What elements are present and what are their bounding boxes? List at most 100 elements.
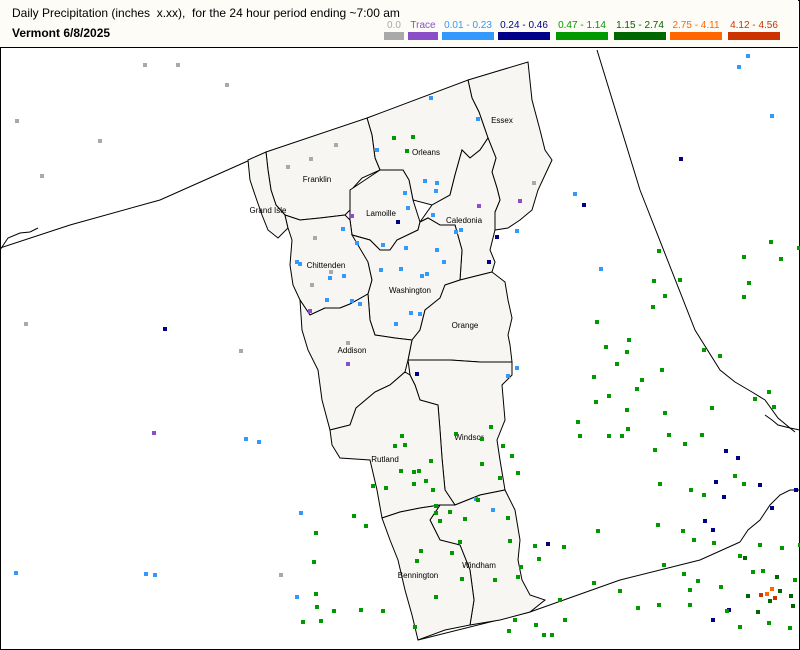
legend-item-trace: Trace: [408, 20, 438, 42]
station-marker: [476, 498, 480, 502]
station-marker: [438, 519, 442, 523]
station-marker: [615, 362, 619, 366]
station-marker: [667, 433, 671, 437]
station-marker: [313, 236, 317, 240]
station-marker: [761, 569, 765, 573]
legend-label: 0.0: [387, 20, 401, 31]
station-marker: [507, 629, 511, 633]
station-marker: [404, 246, 408, 250]
station-marker: [573, 192, 577, 196]
station-marker: [663, 294, 667, 298]
station-marker: [328, 276, 332, 280]
station-marker: [635, 387, 639, 391]
station-marker: [352, 514, 356, 518]
station-marker: [620, 434, 624, 438]
station-marker: [434, 189, 438, 193]
station-marker: [711, 618, 715, 622]
station-marker: [657, 603, 661, 607]
station-marker: [301, 620, 305, 624]
station-marker: [683, 442, 687, 446]
station-marker: [546, 542, 550, 546]
station-marker: [399, 469, 403, 473]
station-marker: [299, 511, 303, 515]
station-marker: [625, 350, 629, 354]
station-marker: [409, 311, 413, 315]
station-marker: [309, 157, 313, 161]
station-marker: [688, 603, 692, 607]
station-marker: [375, 148, 379, 152]
station-marker: [595, 320, 599, 324]
station-marker: [627, 338, 631, 342]
station-marker: [364, 524, 368, 528]
station-marker: [519, 565, 523, 569]
station-marker: [381, 609, 385, 613]
station-marker: [418, 312, 422, 316]
station-marker: [480, 462, 484, 466]
station-marker: [508, 539, 512, 543]
station-marker: [515, 366, 519, 370]
station-marker: [770, 114, 774, 118]
station-marker: [724, 449, 728, 453]
legend-swatch: [556, 32, 608, 40]
station-marker: [558, 598, 562, 602]
station-marker: [791, 604, 795, 608]
station-marker: [656, 523, 660, 527]
station-marker: [163, 327, 167, 331]
station-marker: [743, 556, 747, 560]
station-marker: [310, 283, 314, 287]
station-marker: [742, 255, 746, 259]
station-marker: [738, 625, 742, 629]
station-marker: [420, 274, 424, 278]
station-marker: [381, 243, 385, 247]
station-marker: [403, 191, 407, 195]
station-marker: [346, 362, 350, 366]
station-marker: [346, 341, 350, 345]
station-marker: [350, 214, 354, 218]
station-marker: [434, 504, 438, 508]
station-marker: [651, 305, 655, 309]
station-marker: [98, 139, 102, 143]
station-marker: [542, 633, 546, 637]
station-marker: [767, 390, 771, 394]
station-marker: [640, 378, 644, 382]
station-marker: [789, 594, 793, 598]
station-marker: [286, 165, 290, 169]
station-marker: [14, 571, 18, 575]
station-marker: [751, 570, 755, 574]
map-header: Daily Precipitation (inches x.xx), for t…: [0, 0, 798, 48]
station-marker: [618, 589, 622, 593]
station-marker: [454, 230, 458, 234]
station-marker: [710, 406, 714, 410]
station-marker: [315, 605, 319, 609]
station-marker: [355, 241, 359, 245]
station-marker: [592, 581, 596, 585]
station-marker: [24, 322, 28, 326]
station-marker: [325, 298, 329, 302]
station-marker: [434, 595, 438, 599]
station-marker: [399, 267, 403, 271]
station-marker: [379, 268, 383, 272]
station-marker: [400, 434, 404, 438]
station-marker: [406, 206, 410, 210]
station-marker: [703, 519, 707, 523]
station-marker: [759, 593, 763, 597]
station-marker: [314, 592, 318, 596]
station-marker: [431, 213, 435, 217]
map-subtitle: Vermont 6/8/2025: [12, 26, 111, 40]
station-marker: [506, 374, 510, 378]
station-marker: [176, 63, 180, 67]
station-marker: [679, 157, 683, 161]
station-marker: [431, 488, 435, 492]
station-marker: [746, 54, 750, 58]
station-marker: [746, 594, 750, 598]
ct-river-lower: [739, 489, 800, 543]
station-marker: [652, 279, 656, 283]
station-marker: [718, 354, 722, 358]
legend-swatch: [408, 32, 438, 40]
station-marker: [506, 516, 510, 520]
station-marker: [733, 474, 737, 478]
station-marker: [415, 559, 419, 563]
legend-item-2-75-4-11: 2.75 - 4.11: [670, 20, 722, 42]
station-marker: [767, 621, 771, 625]
county-label: Rutland: [371, 455, 399, 464]
